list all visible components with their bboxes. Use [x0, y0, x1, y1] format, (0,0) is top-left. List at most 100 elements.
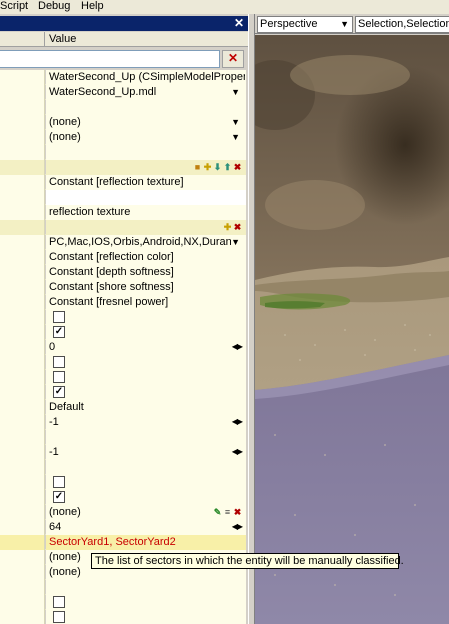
property-name-cell[interactable] — [0, 220, 45, 235]
copy-icon[interactable]: ■ — [193, 162, 202, 172]
property-row[interactable]: SectorYard1, SectorYard2 — [0, 535, 246, 550]
property-value-cell[interactable] — [46, 100, 246, 115]
property-value-cell[interactable]: 64 ◀▶ — [46, 520, 246, 535]
property-row[interactable]: Constant [depth softness] — [0, 265, 246, 280]
property-value-cell[interactable]: -1 ◀▶ — [46, 415, 246, 430]
property-name-cell[interactable] — [0, 460, 45, 475]
property-name-cell[interactable] — [0, 265, 45, 280]
property-value-cell[interactable]: ✓ — [46, 490, 246, 505]
filter-clear-button[interactable]: ✕ — [222, 50, 244, 68]
property-name-cell[interactable] — [0, 535, 45, 550]
property-name-cell[interactable] — [0, 580, 45, 595]
property-row[interactable]: Constant [shore softness] — [0, 280, 246, 295]
property-name-cell[interactable] — [0, 190, 45, 205]
property-name-cell[interactable] — [0, 70, 45, 85]
property-name-cell[interactable] — [0, 325, 45, 340]
property-value-cell[interactable]: 0 ◀▶ — [46, 340, 246, 355]
chevron-down-icon[interactable]: ▼ — [231, 85, 240, 99]
add-icon[interactable]: ✚ — [223, 222, 232, 232]
property-value-cell[interactable]: Constant [shore softness] — [46, 280, 246, 295]
property-name-cell[interactable] — [0, 115, 45, 130]
property-name-cell[interactable] — [0, 235, 45, 250]
delete-icon[interactable]: ✖ — [233, 162, 242, 172]
property-row[interactable] — [0, 355, 246, 370]
property-row[interactable]: ✓ — [0, 490, 246, 505]
property-row[interactable]: reflection texture — [0, 205, 246, 220]
property-row[interactable] — [0, 475, 246, 490]
property-row[interactable]: (none) ▼ — [0, 115, 246, 130]
edit-icon[interactable]: ✎ — [213, 507, 222, 517]
property-name-cell[interactable] — [0, 310, 45, 325]
property-name-cell[interactable] — [0, 430, 45, 445]
property-value-cell[interactable] — [46, 460, 246, 475]
property-value-cell[interactable]: ✓ — [46, 325, 246, 340]
chevron-down-icon[interactable]: ▼ — [231, 115, 240, 129]
menu-script[interactable]: Script — [0, 0, 28, 14]
add-icon[interactable]: ✚ — [203, 162, 212, 172]
selection-dropdown[interactable]: Selection,Selection — [355, 16, 449, 33]
property-row[interactable]: -1 ◀▶ — [0, 445, 246, 460]
3d-viewport[interactable] — [255, 35, 449, 624]
property-row[interactable]: ✓ — [0, 385, 246, 400]
property-name-cell[interactable] — [0, 385, 45, 400]
move-up-icon[interactable]: ⬆ — [223, 162, 232, 172]
property-name-cell[interactable] — [0, 370, 45, 385]
property-value-cell[interactable]: WaterSecond_Up (CSimpleModelProperties — [46, 70, 246, 85]
property-value-cell[interactable]: (none) ▼ — [46, 130, 246, 145]
property-value-cell[interactable]: (none) ✎≡✖ — [46, 505, 246, 520]
checkbox-checked[interactable]: ✓ — [53, 326, 65, 338]
property-name-cell[interactable] — [0, 85, 45, 100]
menu-help[interactable]: Help — [81, 0, 104, 14]
property-row[interactable] — [0, 370, 246, 385]
property-value-cell[interactable]: Default — [46, 400, 246, 415]
property-value-cell[interactable]: Constant [reflection color] — [46, 250, 246, 265]
delete-icon[interactable]: ✖ — [233, 507, 242, 517]
property-name-cell[interactable] — [0, 445, 45, 460]
property-name-cell[interactable] — [0, 130, 45, 145]
property-name-cell[interactable] — [0, 550, 45, 565]
property-row[interactable]: Constant [fresnel power] — [0, 295, 246, 310]
property-value-cell[interactable]: -1 ◀▶ — [46, 445, 246, 460]
property-name-cell[interactable] — [0, 520, 45, 535]
property-value-cell[interactable] — [46, 475, 246, 490]
property-row[interactable]: Constant [reflection texture] — [0, 175, 246, 190]
property-value-cell[interactable]: (none) ▼ — [46, 115, 246, 130]
spinner-arrows-icon[interactable]: ◀▶ — [232, 340, 243, 354]
property-row[interactable]: Default — [0, 400, 246, 415]
chevron-down-icon[interactable]: ▼ — [231, 235, 240, 249]
property-value-cell[interactable]: Constant [depth softness] — [46, 265, 246, 280]
property-row[interactable] — [0, 580, 246, 595]
property-value-cell[interactable] — [46, 595, 246, 610]
property-row[interactable]: 0 ◀▶ — [0, 340, 246, 355]
property-name-cell[interactable] — [0, 145, 45, 160]
property-name-cell[interactable] — [0, 490, 45, 505]
property-value-cell[interactable]: PC,Mac,IOS,Orbis,Android,NX,Durango,...▼ — [46, 235, 246, 250]
property-name-cell[interactable] — [0, 160, 45, 175]
chevron-down-icon[interactable]: ▼ — [231, 130, 240, 144]
property-value-cell[interactable]: Constant [fresnel power] — [46, 295, 246, 310]
spinner-arrows-icon[interactable]: ◀▶ — [232, 520, 243, 534]
menu-debug[interactable]: Debug — [38, 0, 70, 14]
property-name-cell[interactable] — [0, 505, 45, 520]
property-row[interactable]: ■ ✚ ⬇ ⬆ ✖ — [0, 160, 246, 175]
property-name-cell[interactable] — [0, 250, 45, 265]
property-row[interactable] — [0, 190, 246, 205]
property-value-cell[interactable]: WaterSecond_Up.mdl ▼ — [46, 85, 246, 100]
property-value-cell[interactable]: ✓ — [46, 385, 246, 400]
spinner-arrows-icon[interactable]: ◀▶ — [232, 445, 243, 459]
property-row[interactable]: ✓ — [0, 325, 246, 340]
property-row[interactable] — [0, 310, 246, 325]
property-name-cell[interactable] — [0, 475, 45, 490]
property-value-cell[interactable] — [46, 610, 246, 624]
property-name-cell[interactable] — [0, 400, 45, 415]
property-name-cell[interactable] — [0, 415, 45, 430]
property-value-cell[interactable] — [46, 370, 246, 385]
property-name-cell[interactable] — [0, 295, 45, 310]
property-row[interactable] — [0, 610, 246, 624]
property-name-cell[interactable] — [0, 595, 45, 610]
value-column-header[interactable]: Value — [49, 33, 76, 45]
property-row[interactable]: WaterSecond_Up.mdl ▼ — [0, 85, 246, 100]
spinner-arrows-icon[interactable]: ◀▶ — [232, 415, 243, 429]
property-name-cell[interactable] — [0, 280, 45, 295]
checkbox-checked[interactable]: ✓ — [53, 491, 65, 503]
